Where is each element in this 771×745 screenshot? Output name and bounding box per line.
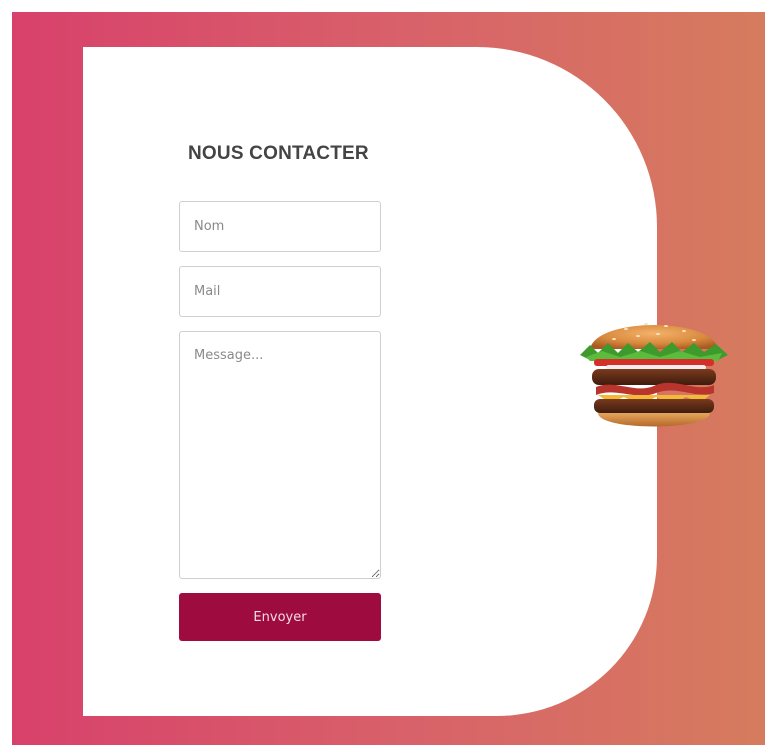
page-background: NOUS CONTACTER Envoyer: [12, 12, 765, 745]
contact-card: NOUS CONTACTER Envoyer: [83, 47, 657, 716]
burger-image: [580, 323, 728, 427]
send-button[interactable]: Envoyer: [179, 593, 381, 641]
name-input[interactable]: [179, 201, 381, 252]
page-title: NOUS CONTACTER: [188, 143, 369, 164]
mail-input[interactable]: [179, 266, 381, 317]
message-textarea[interactable]: [179, 331, 381, 579]
